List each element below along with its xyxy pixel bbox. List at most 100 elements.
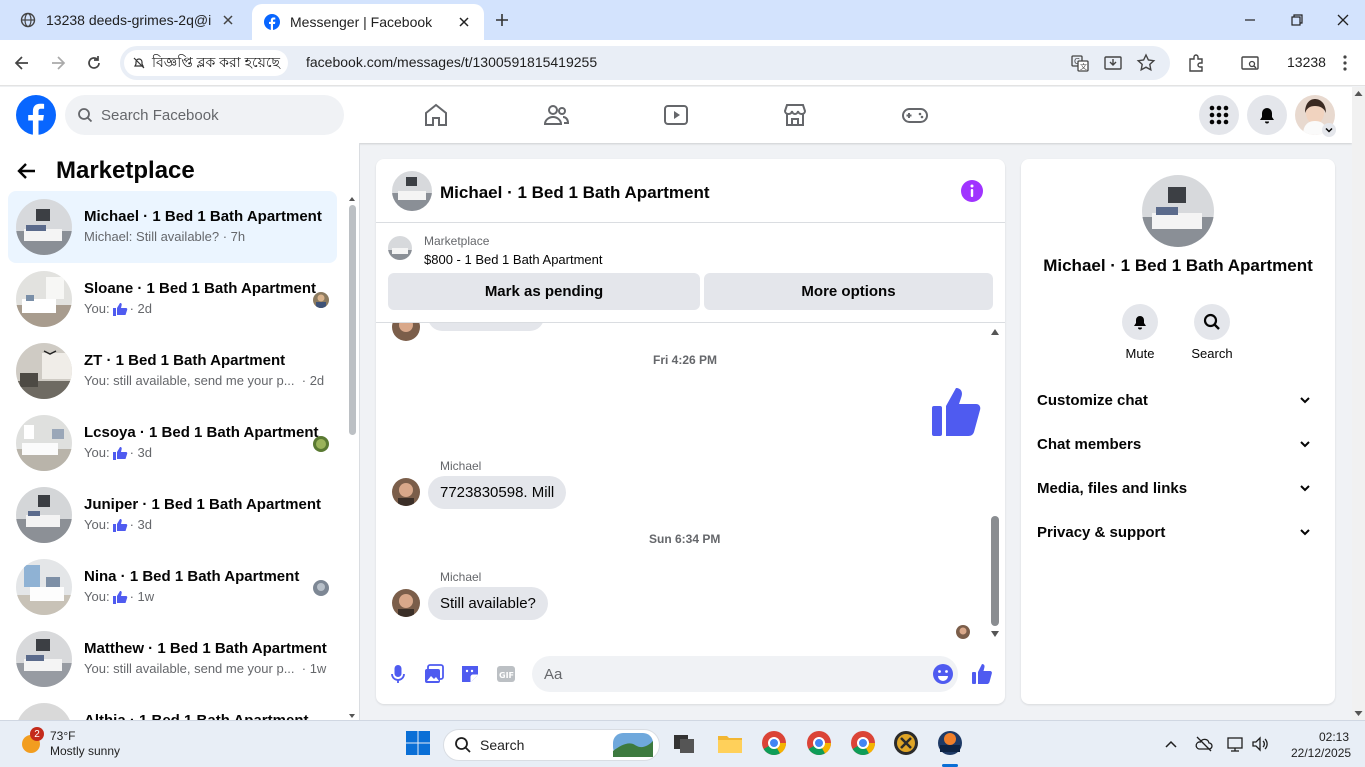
browser-tab-strip: 13238 deeds-grimes-2q@i Messenger | Face… — [0, 0, 1365, 40]
more-options-button[interactable]: More options — [704, 273, 993, 310]
sticker-icon[interactable] — [459, 663, 481, 685]
reload-icon[interactable] — [84, 53, 104, 73]
close-tab-icon[interactable] — [456, 14, 472, 30]
taskbar-search[interactable]: Search — [443, 729, 660, 761]
translate-icon[interactable]: G文 — [1070, 53, 1090, 73]
conversation-item[interactable]: Matthew · 1 Bed 1 Bath Apartment You: st… — [8, 623, 337, 695]
new-tab-icon[interactable] — [492, 10, 512, 30]
chat-members-section[interactable]: Chat members — [1029, 422, 1327, 466]
conversation-item[interactable]: Michael · 1 Bed 1 Bath Apartment Michael… — [8, 191, 337, 263]
chevron-up-icon[interactable] — [1164, 737, 1178, 751]
avatar[interactable] — [392, 171, 432, 211]
avatar — [16, 631, 72, 687]
scroll-up-arrow-icon[interactable] — [990, 327, 1000, 337]
restore-icon[interactable] — [1287, 10, 1307, 30]
conversation-item[interactable]: Juniper · 1 Bed 1 Bath Apartment You: · 3… — [8, 479, 337, 551]
browser-tab-inactive[interactable]: 13238 deeds-grimes-2q@i — [8, 0, 248, 40]
system-clock[interactable]: 02:13 22/12/2025 — [1291, 729, 1351, 761]
avatar — [16, 559, 72, 615]
avatar[interactable] — [1142, 175, 1214, 247]
chevron-down-icon — [1300, 397, 1310, 404]
facebook-logo-icon[interactable] — [16, 95, 56, 135]
thumbs-up-send-icon[interactable] — [971, 663, 993, 685]
ix-browser-icon[interactable] — [892, 729, 920, 757]
chrome-profile-icon[interactable] — [805, 729, 833, 757]
home-icon[interactable] — [422, 101, 450, 129]
conversation-name: Althia · 1 Bed 1 Bath Apartment — [84, 712, 308, 720]
profile-browser-icon[interactable] — [936, 729, 964, 757]
chat-list-scroll-thumb[interactable] — [349, 205, 356, 435]
browser-profile-label[interactable]: 13238 — [1287, 54, 1326, 70]
marketplace-icon[interactable] — [781, 101, 809, 129]
emoji-icon[interactable] — [932, 663, 954, 685]
bookmark-star-icon[interactable] — [1136, 53, 1156, 73]
conversation-preview: You: still available, send me your p... … — [84, 373, 325, 388]
facebook-search-input[interactable] — [101, 106, 321, 124]
tab-title: 13238 deeds-grimes-2q@i — [46, 12, 212, 28]
conversation-item[interactable]: Lcsoya · 1 Bed 1 Bath Apartment You: · 3d — [8, 407, 337, 479]
notifications-blocked-chip[interactable]: বিজ্ঞপ্তি ব্লক করা হয়েছে — [124, 50, 288, 76]
gaming-icon[interactable] — [901, 101, 929, 129]
friends-icon[interactable] — [542, 101, 570, 129]
minimize-icon[interactable] — [1240, 10, 1260, 30]
media-files-links-section[interactable]: Media, files and links — [1029, 466, 1327, 510]
gif-icon[interactable]: GIF — [495, 663, 517, 685]
tab-search-icon[interactable] — [1240, 53, 1260, 73]
conversation-item[interactable]: ZT · 1 Bed 1 Bath Apartment You: still a… — [8, 335, 337, 407]
chevron-down-icon[interactable] — [1322, 123, 1336, 137]
watch-icon[interactable] — [662, 101, 690, 129]
avatar — [16, 703, 72, 720]
forward-arrow-icon[interactable] — [48, 53, 68, 73]
task-view-icon[interactable] — [670, 729, 698, 757]
close-tab-icon[interactable] — [220, 12, 236, 28]
browser-tab-active[interactable]: Messenger | Facebook — [252, 4, 484, 40]
conversation-item[interactable]: Sloane · 1 Bed 1 Bath Apartment You: · 2d — [8, 263, 337, 335]
scroll-down-arrow-icon[interactable] — [990, 629, 1000, 639]
chrome-icon[interactable] — [760, 729, 788, 757]
page-scrollbar[interactable] — [1352, 87, 1365, 720]
facebook-search[interactable] — [65, 95, 344, 135]
close-window-icon[interactable] — [1333, 10, 1353, 30]
message-list: Fri 4:26 PM Michael 7723830598. Mill Sun… — [376, 323, 1005, 640]
back-arrow-icon[interactable] — [16, 160, 38, 182]
info-icon[interactable] — [961, 180, 983, 202]
message-input[interactable] — [544, 665, 904, 683]
seen-avatar — [313, 292, 329, 308]
chat-title[interactable]: Michael · 1 Bed 1 Bath Apartment — [440, 183, 710, 203]
onedrive-off-icon[interactable] — [1195, 735, 1213, 753]
message-bubble[interactable]: 7723830598. Mill — [428, 476, 567, 509]
clock-time: 02:13 — [1318, 730, 1349, 744]
network-icon[interactable] — [1226, 735, 1244, 753]
file-explorer-icon[interactable] — [716, 729, 744, 757]
customize-chat-section[interactable]: Customize chat — [1029, 378, 1327, 422]
extensions-icon[interactable] — [1186, 53, 1206, 73]
weather-temp: 73°F — [50, 729, 76, 743]
menu-button[interactable] — [1199, 95, 1239, 135]
seen-avatar — [313, 580, 329, 596]
conversation-preview: You: · 1w — [84, 589, 155, 604]
listing-title[interactable]: $800 - 1 Bed 1 Bath Apartment — [424, 252, 603, 267]
browser-menu-icon[interactable] — [1335, 53, 1355, 73]
search-in-conversation-button[interactable]: Search — [1182, 304, 1242, 361]
message-input-box[interactable] — [532, 656, 958, 692]
chevron-down-icon — [1300, 441, 1310, 448]
mark-as-pending-button[interactable]: Mark as pending — [388, 273, 700, 310]
volume-icon[interactable] — [1251, 735, 1269, 753]
facebook-header — [0, 87, 1352, 143]
microphone-icon[interactable] — [387, 663, 409, 685]
photo-icon[interactable] — [423, 663, 445, 685]
conversation-preview: You: · 3d — [84, 517, 152, 532]
message-bubble[interactable]: Still available? — [428, 587, 548, 620]
install-app-icon[interactable] — [1103, 53, 1123, 73]
back-arrow-icon[interactable] — [12, 53, 32, 73]
mute-button[interactable]: Mute — [1110, 304, 1170, 361]
notifications-button[interactable] — [1247, 95, 1287, 135]
address-bar[interactable]: বিজ্ঞপ্তি ব্লক করা হয়েছে facebook.com/m… — [120, 46, 1170, 80]
conversation-item[interactable]: Nina · 1 Bed 1 Bath Apartment You: · 1w — [8, 551, 337, 623]
chrome-profile-icon[interactable] — [849, 729, 877, 757]
url-text[interactable]: facebook.com/messages/t/1300591815419255 — [306, 54, 597, 70]
privacy-support-section[interactable]: Privacy & support — [1029, 510, 1327, 554]
message-scroll-thumb[interactable] — [991, 516, 999, 626]
windows-start-icon[interactable] — [404, 729, 432, 757]
conversation-item[interactable]: Althia · 1 Bed 1 Bath Apartment — [8, 695, 337, 720]
